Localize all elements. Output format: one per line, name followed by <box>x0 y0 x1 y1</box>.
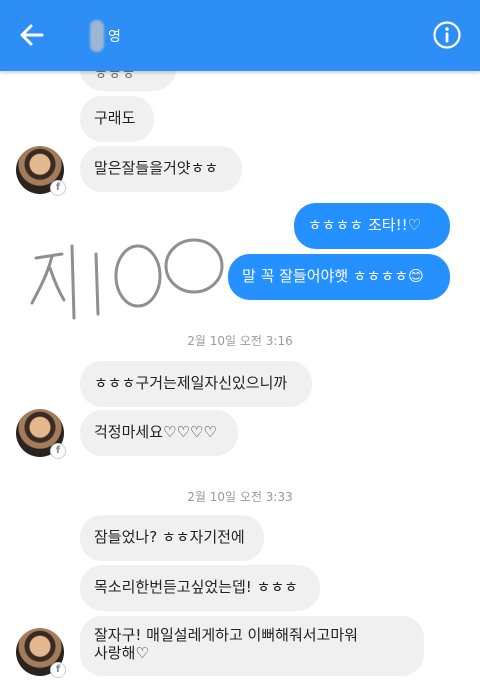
redacted-name-blur <box>90 20 104 52</box>
info-icon[interactable] <box>432 20 462 50</box>
message-text: 걱정마세요♡♡♡♡ <box>94 423 217 441</box>
message-text: 목소리한번듣고싶었는뎁! ㅎㅎㅎ <box>94 578 298 596</box>
message-bubble[interactable]: 잠들었나? ㅎㅎ자기전에 <box>80 515 264 561</box>
facebook-badge-icon: f <box>50 180 66 196</box>
message-text: 구래도 <box>94 109 136 127</box>
message-bubble-sent[interactable]: 말 꼭 잘들어야햇 ㅎㅎㅎㅎ😊 <box>228 254 450 300</box>
message-text: ㅎㅎㅎㅎ 조타!!♡ <box>308 216 422 234</box>
message-bubble[interactable]: ㅎㅎㅎ구거는제일자신있으니까 <box>80 361 312 407</box>
avatar[interactable]: f <box>16 409 66 459</box>
message-bubble[interactable]: 구래도 <box>80 96 154 142</box>
message-text: ㅎㅎㅎ구거는제일자신있으니까 <box>94 374 288 392</box>
message-bubble[interactable]: 걱정마세요♡♡♡♡ <box>80 410 238 456</box>
message-text: 말 꼭 잘들어야햇 ㅎㅎㅎㅎ😊 <box>242 267 424 285</box>
facebook-badge-icon: f <box>50 662 66 678</box>
back-arrow-icon[interactable] <box>14 17 50 53</box>
message-text: 말은잘들을거얏ㅎㅎ <box>94 159 219 177</box>
app-bar: 영 <box>0 0 480 71</box>
facebook-badge-icon: f <box>50 443 66 459</box>
message-bubble[interactable]: 잘자구! 매일설레게하고 이뻐해줘서고마워 사랑해♡ <box>80 616 424 676</box>
message-bubble-sent[interactable]: ㅎㅎㅎㅎ 조타!!♡ <box>294 203 450 249</box>
message-text: 잠들었나? ㅎㅎ자기전에 <box>94 528 245 546</box>
timestamp: 2월 10일 오전 3:16 <box>187 334 293 348</box>
message-text: 잘자구! 매일설레게하고 이뻐해줘서고마워 <box>94 626 358 644</box>
avatar[interactable]: f <box>16 146 66 196</box>
message-bubble[interactable]: 목소리한번듣고싶었는뎁! ㅎㅎㅎ <box>80 565 320 611</box>
timestamp: 2월 10일 오전 3:33 <box>187 490 293 504</box>
contact-name-text: 영 <box>108 29 121 45</box>
message-bubble[interactable]: 말은잘들을거얏ㅎㅎ <box>80 146 242 192</box>
message-text: 사랑해♡ <box>94 644 149 662</box>
handwriting-overlay <box>28 228 228 332</box>
avatar[interactable]: f <box>16 628 66 678</box>
